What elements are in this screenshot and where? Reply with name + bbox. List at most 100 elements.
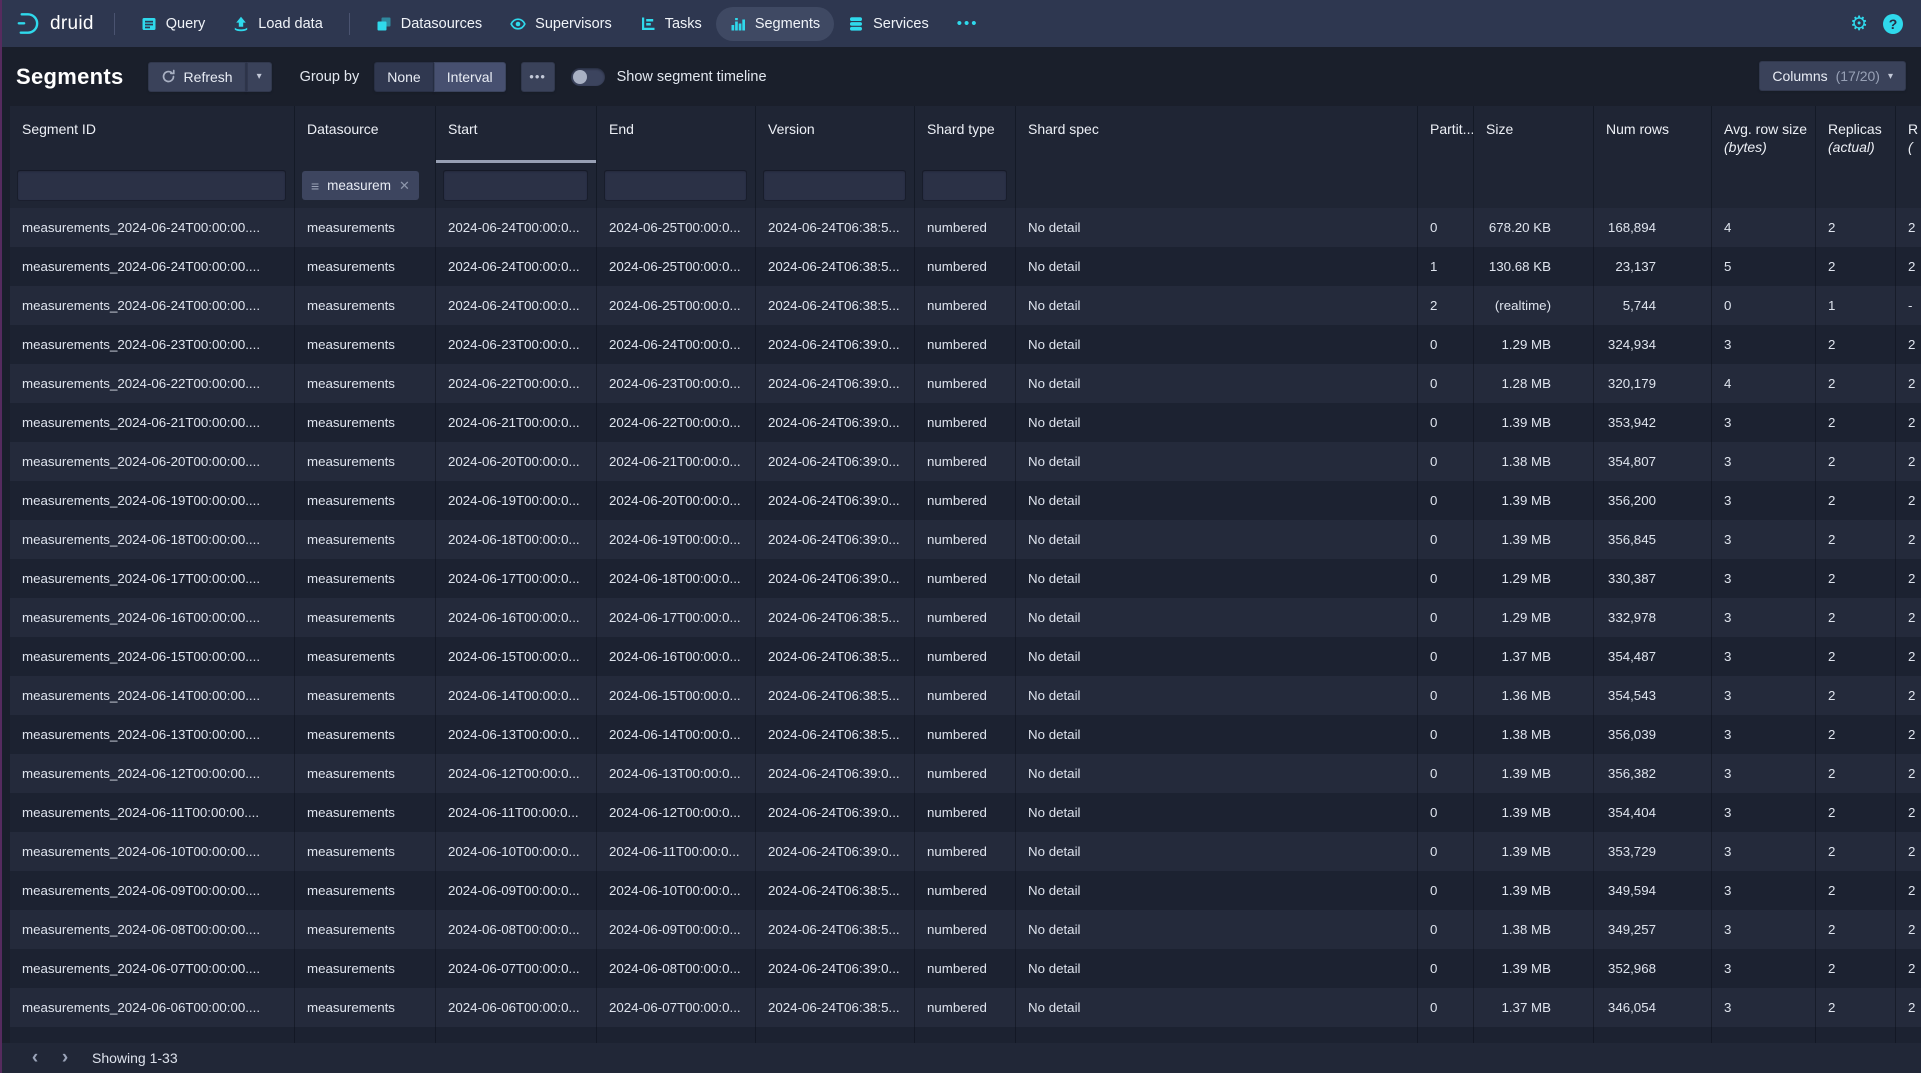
cell-end[interactable]: 2024-06-18T00:00:0...: [597, 559, 756, 598]
cell-segment-id[interactable]: measurements_2024-06-11T00:00:00....: [10, 793, 295, 832]
column-header-start[interactable]: Start: [436, 106, 597, 163]
cell-shard-spec[interactable]: No detail: [1016, 286, 1418, 325]
cell-end[interactable]: 2024-06-23T00:00:0...: [597, 364, 756, 403]
cell-num-rows[interactable]: 320,179: [1594, 364, 1712, 403]
cell-size[interactable]: 1.39 MB: [1474, 793, 1594, 832]
cell-shard-type[interactable]: numbered: [915, 676, 1016, 715]
cell-partition[interactable]: 0: [1418, 949, 1474, 988]
column-header-version[interactable]: Version: [756, 106, 915, 163]
cell-shard-spec[interactable]: No detail: [1016, 481, 1418, 520]
cell-replicas[interactable]: 2: [1816, 598, 1896, 637]
cell-segment-id[interactable]: measurements_2024-06-24T00:00:00....: [10, 208, 295, 247]
cell-replication[interactable]: 2: [1896, 325, 1921, 364]
cell-size[interactable]: 1.28 MB: [1474, 364, 1594, 403]
cell-segment-id[interactable]: measurements_2024-06-21T00:00:00....: [10, 403, 295, 442]
cell-datasource[interactable]: measurements: [295, 208, 436, 247]
cell-shard-type[interactable]: numbered: [915, 403, 1016, 442]
nav-item-supervisors[interactable]: Supervisors: [496, 7, 626, 41]
cell-replication[interactable]: 2: [1896, 988, 1921, 1027]
cell-partition[interactable]: 0: [1418, 598, 1474, 637]
cell-replication[interactable]: 2: [1896, 247, 1921, 286]
cell-segment-id[interactable]: measurements_2024-06-17T00:00:00....: [10, 559, 295, 598]
cell-segment-id[interactable]: measurements_2024-06-18T00:00:00....: [10, 520, 295, 559]
cell-replicas[interactable]: 2: [1816, 949, 1896, 988]
cell-end[interactable]: 2024-06-11T00:00:0...: [597, 832, 756, 871]
cell-datasource[interactable]: measurements: [295, 364, 436, 403]
cell-replication[interactable]: 2: [1896, 949, 1921, 988]
cell-replicas[interactable]: 2: [1816, 676, 1896, 715]
cell-shard-spec[interactable]: No detail: [1016, 754, 1418, 793]
cell-partition[interactable]: 0: [1418, 442, 1474, 481]
cell-partition[interactable]: 0: [1418, 403, 1474, 442]
cell-end[interactable]: 2024-06-25T00:00:0...: [597, 286, 756, 325]
cell-segment-id[interactable]: measurements_2024-06-13T00:00:00....: [10, 715, 295, 754]
cell-num-rows[interactable]: 332,978: [1594, 598, 1712, 637]
cell-num-rows[interactable]: 5,744: [1594, 286, 1712, 325]
cell-end[interactable]: 2024-06-08T00:00:0...: [597, 949, 756, 988]
cell-end[interactable]: 2024-06-22T00:00:0...: [597, 403, 756, 442]
cell-replication[interactable]: 2: [1896, 559, 1921, 598]
cell-partition[interactable]: 0: [1418, 637, 1474, 676]
cell-end[interactable]: 2024-06-16T00:00:0...: [597, 637, 756, 676]
column-header-datasource[interactable]: Datasource: [295, 106, 436, 163]
cell-replication[interactable]: 2: [1896, 676, 1921, 715]
cell-end[interactable]: 2024-06-13T00:00:0...: [597, 754, 756, 793]
cell-version[interactable]: 2024-06-24T06:38:5...: [756, 637, 915, 676]
cell-replicas[interactable]: 2: [1816, 403, 1896, 442]
cell-replication[interactable]: 2: [1896, 208, 1921, 247]
filter-input-segment-id[interactable]: [17, 170, 286, 201]
cell-datasource[interactable]: measurements: [295, 676, 436, 715]
cell-shard-spec[interactable]: No detail: [1016, 442, 1418, 481]
cell-partition[interactable]: 0: [1418, 715, 1474, 754]
cell-avg-row-size[interactable]: 3: [1712, 715, 1816, 754]
cell-avg-row-size[interactable]: 0: [1712, 286, 1816, 325]
cell-replicas[interactable]: 2: [1816, 832, 1896, 871]
column-header-num-rows[interactable]: Num rows: [1594, 106, 1712, 163]
cell-start[interactable]: 2024-06-20T00:00:0...: [436, 442, 597, 481]
cell-end[interactable]: 2024-06-21T00:00:0...: [597, 442, 756, 481]
cell-version[interactable]: 2024-06-24T06:38:5...: [756, 910, 915, 949]
cell-datasource[interactable]: measurements: [295, 559, 436, 598]
cell-replicas[interactable]: 2: [1816, 793, 1896, 832]
cell-datasource[interactable]: measurements: [295, 910, 436, 949]
cell-shard-type[interactable]: numbered: [915, 949, 1016, 988]
help-icon[interactable]: ?: [1883, 14, 1903, 34]
cell-shard-spec[interactable]: No detail: [1016, 910, 1418, 949]
cell-size[interactable]: (realtime): [1474, 286, 1594, 325]
cell-datasource[interactable]: measurements: [295, 949, 436, 988]
cell-start[interactable]: 2024-06-07T00:00:0...: [436, 949, 597, 988]
column-header-segment-id[interactable]: Segment ID: [10, 106, 295, 163]
cell-num-rows[interactable]: 356,845: [1594, 520, 1712, 559]
filter-input-start[interactable]: [443, 170, 588, 201]
cell-avg-row-size[interactable]: 3: [1712, 949, 1816, 988]
cell-replicas[interactable]: 2: [1816, 481, 1896, 520]
cell-shard-spec[interactable]: No detail: [1016, 598, 1418, 637]
cell-avg-row-size[interactable]: 4: [1712, 364, 1816, 403]
cell-start[interactable]: 2024-06-09T00:00:0...: [436, 871, 597, 910]
filter-input-end[interactable]: [604, 170, 747, 201]
cell-version[interactable]: 2024-06-24T06:38:5...: [756, 208, 915, 247]
column-header-avg-row-size[interactable]: Avg. row size(bytes): [1712, 106, 1816, 163]
previous-page-icon[interactable]: ‹: [20, 1045, 50, 1071]
cell-start[interactable]: 2024-06-18T00:00:0...: [436, 520, 597, 559]
cell-shard-type[interactable]: numbered: [915, 715, 1016, 754]
cell-shard-type[interactable]: numbered: [915, 325, 1016, 364]
cell-shard-spec[interactable]: No detail: [1016, 247, 1418, 286]
cell-avg-row-size[interactable]: 3: [1712, 559, 1816, 598]
cell-replication[interactable]: 2: [1896, 832, 1921, 871]
cell-version[interactable]: 2024-06-24T06:38:5...: [756, 715, 915, 754]
cell-replicas[interactable]: 2: [1816, 871, 1896, 910]
cell-size[interactable]: 1.39 MB: [1474, 832, 1594, 871]
cell-datasource[interactable]: measurements: [295, 715, 436, 754]
remove-filter-icon[interactable]: ✕: [399, 178, 410, 194]
cell-size[interactable]: 1.39 MB: [1474, 481, 1594, 520]
cell-version[interactable]: 2024-06-24T06:39:0...: [756, 949, 915, 988]
cell-segment-id[interactable]: measurements_2024-06-24T00:00:00....: [10, 286, 295, 325]
column-header-size[interactable]: Size: [1474, 106, 1594, 163]
cell-replication[interactable]: -: [1896, 286, 1921, 325]
filter-input-version[interactable]: [763, 170, 906, 201]
cell-size[interactable]: 678.20 KB: [1474, 208, 1594, 247]
cell-num-rows[interactable]: 354,487: [1594, 637, 1712, 676]
cell-replication[interactable]: 2: [1896, 520, 1921, 559]
cell-size[interactable]: 130.68 KB: [1474, 247, 1594, 286]
